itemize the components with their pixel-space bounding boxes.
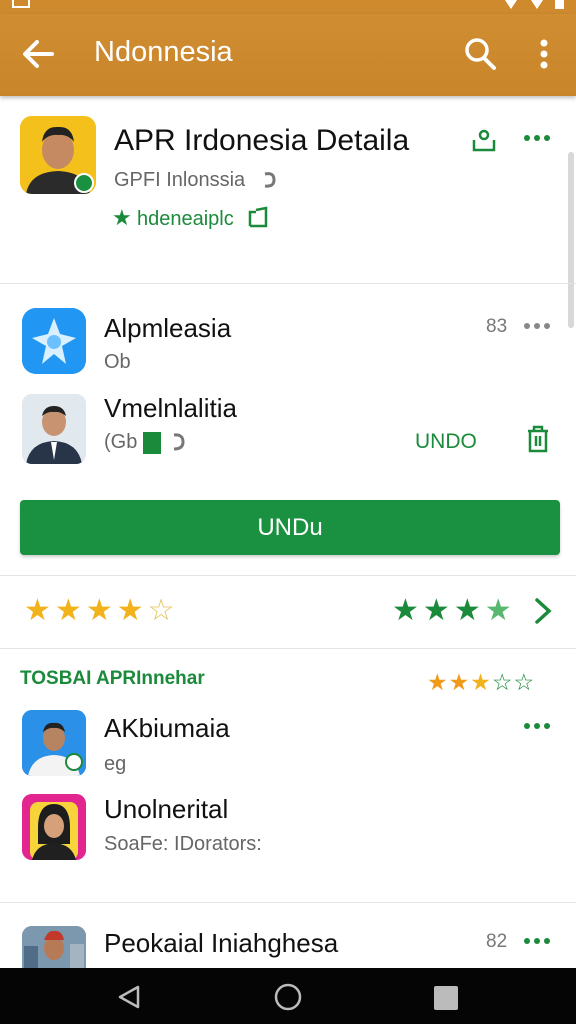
star-icon: ★ xyxy=(54,594,82,627)
header-app-more-icon[interactable] xyxy=(524,133,554,143)
list-item-title: Vmelnlalitia xyxy=(104,393,237,423)
app-icon xyxy=(22,710,86,776)
nav-back-icon[interactable] xyxy=(116,984,142,1010)
list-item-more-icon[interactable] xyxy=(524,721,554,731)
list-item-subtitle: eg xyxy=(104,753,127,775)
list-item-badge-icon xyxy=(143,432,161,454)
app-icon xyxy=(22,926,86,968)
nav-recents-icon[interactable] xyxy=(434,986,458,1010)
nav-home-icon[interactable] xyxy=(274,983,302,1011)
status-bar xyxy=(0,0,576,14)
wifi-icon xyxy=(503,0,519,9)
star-outline-icon: ☆ xyxy=(147,594,175,627)
signal-icon xyxy=(529,0,545,9)
screen: { "app_bar": { "title": "Ndonnesia" }, "… xyxy=(0,0,576,1024)
divider xyxy=(0,575,576,576)
page-title: Ndonnesia xyxy=(94,36,233,68)
list-item-verified-icon xyxy=(173,433,185,451)
delete-icon[interactable] xyxy=(525,425,551,453)
star-icon: ★ xyxy=(427,669,448,695)
list-item-title: Alpmleasia xyxy=(104,313,232,343)
app-icon xyxy=(22,794,86,860)
star-icon: ★ xyxy=(448,669,470,695)
section-title: TOSBAI APRInnehar xyxy=(20,668,205,689)
app-icon xyxy=(22,394,86,464)
star-half-icon: ★ xyxy=(484,594,512,627)
list-item-more-icon[interactable] xyxy=(524,936,554,946)
list-item-title: AKbiumaia xyxy=(104,713,230,743)
notification-icon xyxy=(12,0,30,8)
list-item-title: Peokaial Iniahghesa xyxy=(104,928,339,958)
list-item-title: Unolnerital xyxy=(104,794,229,824)
header-app-title: APR Irdonesia Detaila xyxy=(114,124,410,157)
undo-link[interactable]: UNDO xyxy=(415,430,477,454)
star-icon: ★ xyxy=(453,594,481,627)
more-vert-icon[interactable] xyxy=(528,36,560,72)
star-icon: ★ xyxy=(392,594,419,627)
star-icon: ★ xyxy=(24,594,51,627)
back-arrow-icon[interactable] xyxy=(20,36,56,72)
header-app-badge: hdeneaiplc xyxy=(137,208,234,230)
header-app-avatar xyxy=(20,116,96,194)
header-app-developer: GPFI Inlonssia xyxy=(114,169,246,191)
star-icon: ★ xyxy=(422,594,450,627)
divider xyxy=(0,283,576,284)
scrollbar[interactable] xyxy=(568,152,574,328)
list-item-subtitle: Ob xyxy=(104,351,131,373)
badge-star-icon: ★ xyxy=(112,205,132,230)
list-item-subtitle: SoaFe: IDorators: xyxy=(104,833,262,855)
list-item-count: 82 xyxy=(486,931,508,952)
app-icon xyxy=(22,308,86,374)
rating-stars-right: ★ ★ ★ ★ xyxy=(392,596,512,626)
app-bar: Ndonnesia xyxy=(0,14,576,96)
section-rating-stars: ★ ★ ★ ☆ ☆ xyxy=(427,669,534,696)
star-outline-icon: ☆ xyxy=(491,669,513,695)
divider xyxy=(0,902,576,903)
battery-icon xyxy=(555,0,564,9)
star-outline-icon: ☆ xyxy=(513,669,535,695)
rating-stars-left: ★ ★ ★ ★ ☆ xyxy=(24,596,175,626)
search-icon[interactable] xyxy=(462,36,498,72)
chevron-right-icon[interactable] xyxy=(532,597,554,625)
edit-icon xyxy=(248,206,268,228)
verified-icon xyxy=(264,172,276,188)
list-item-subtitle: (Gb xyxy=(104,431,138,453)
star-icon: ★ xyxy=(116,594,144,627)
list-item-more-icon[interactable] xyxy=(524,321,554,331)
primary-action-button[interactable]: UNDu xyxy=(20,500,560,555)
share-icon[interactable] xyxy=(470,126,498,154)
list-item-count: 83 xyxy=(486,316,508,337)
system-nav-bar xyxy=(0,968,576,1024)
divider xyxy=(0,648,576,649)
star-icon: ★ xyxy=(470,669,491,695)
star-icon: ★ xyxy=(85,594,113,627)
status-icons xyxy=(503,0,564,9)
